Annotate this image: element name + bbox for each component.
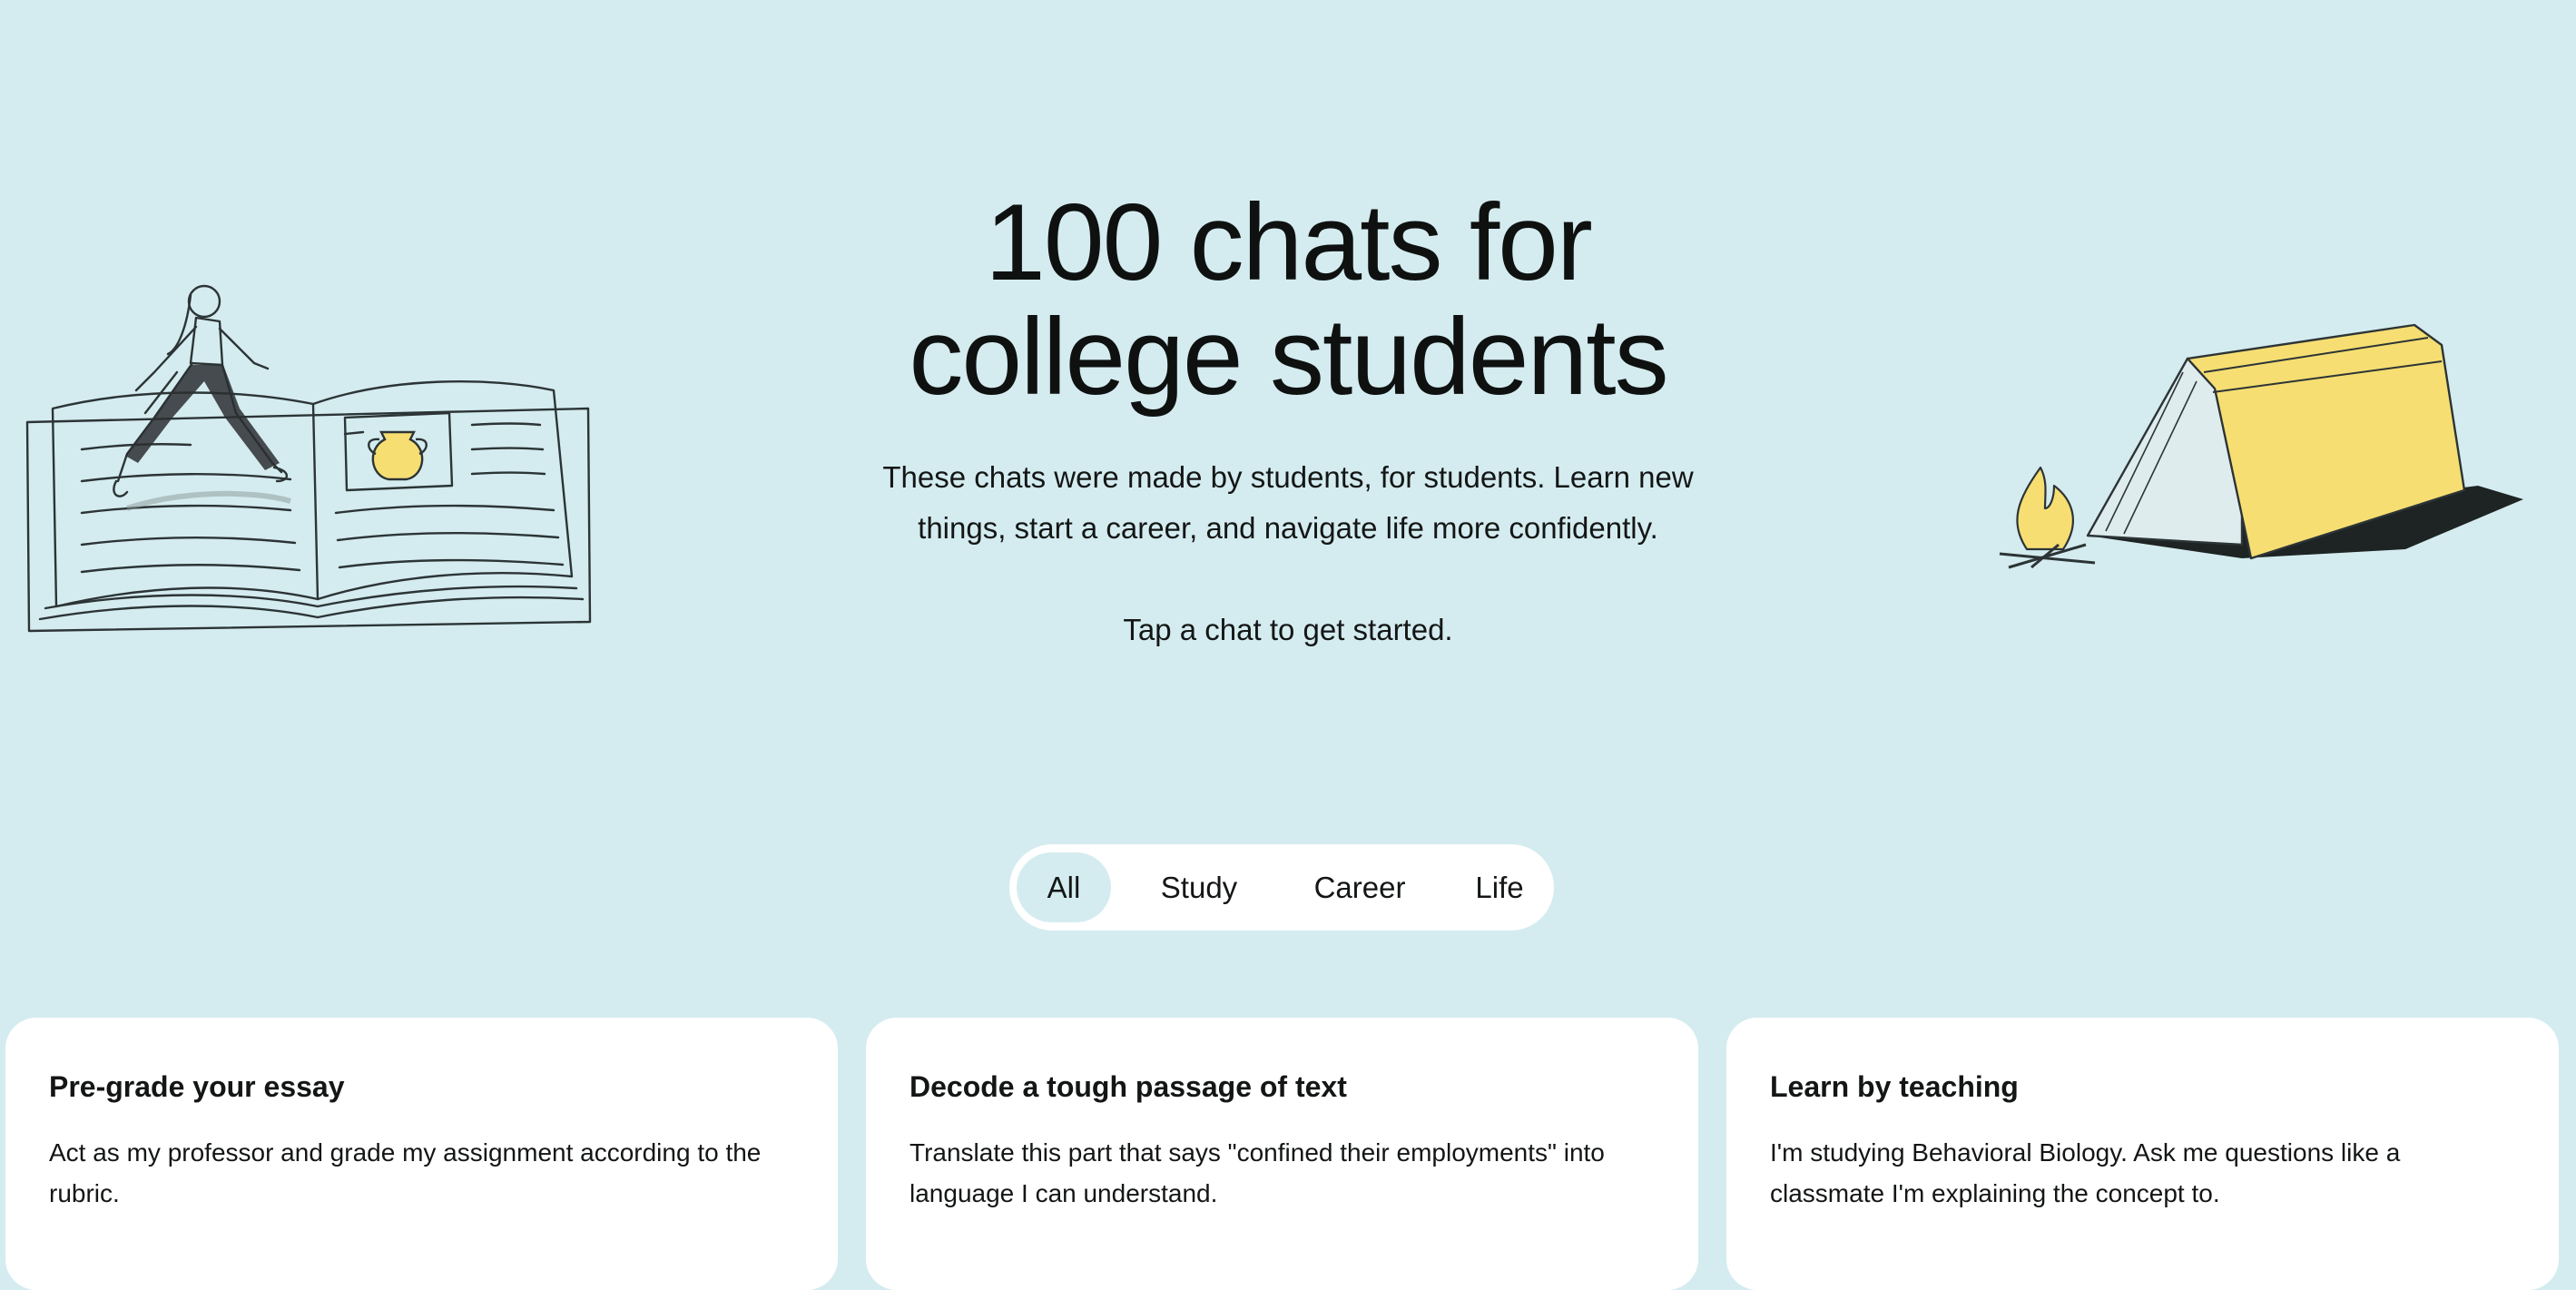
card-body: I'm studying Behavioral Biology. Ask me … xyxy=(1770,1138,2401,1207)
open-book-illustration-icon xyxy=(25,284,592,633)
category-tabs: All Study Career Life xyxy=(1009,844,1554,931)
card-body: Translate this part that says "confined … xyxy=(909,1138,1605,1207)
tab-career[interactable]: Career xyxy=(1287,852,1432,922)
card-title: Learn by teaching xyxy=(1770,1070,2019,1103)
tab-study[interactable]: Study xyxy=(1131,852,1267,922)
get-started-prompt: Tap a chat to get started. xyxy=(1123,613,1453,646)
page-title-line-2: college students xyxy=(909,296,1668,418)
page-title-line-1: 100 chats for xyxy=(985,182,1593,303)
chat-card-decode-passage[interactable]: Decode a tough passage of text Translate… xyxy=(866,1018,1698,1290)
page-subtitle-line-2: things, start a career, and navigate lif… xyxy=(918,511,1658,545)
tab-all[interactable]: All xyxy=(1017,852,1111,922)
book-tent-campfire-illustration-icon xyxy=(1999,323,2523,569)
page-subtitle: These chats were made by students, for s… xyxy=(834,452,1742,554)
card-body: Act as my professor and grade my assignm… xyxy=(49,1138,762,1207)
page-subtitle-line-1: These chats were made by students, for s… xyxy=(882,460,1694,494)
chat-card-learn-by-teaching[interactable]: Learn by teaching I'm studying Behaviora… xyxy=(1726,1018,2559,1290)
tab-life[interactable]: Life xyxy=(1452,852,1547,922)
page-title: 100 chats for college students xyxy=(743,185,1833,414)
card-title: Decode a tough passage of text xyxy=(909,1070,1347,1103)
chat-card-pre-grade-essay[interactable]: Pre-grade your essay Act as my professor… xyxy=(5,1018,838,1290)
card-title: Pre-grade your essay xyxy=(49,1070,345,1103)
